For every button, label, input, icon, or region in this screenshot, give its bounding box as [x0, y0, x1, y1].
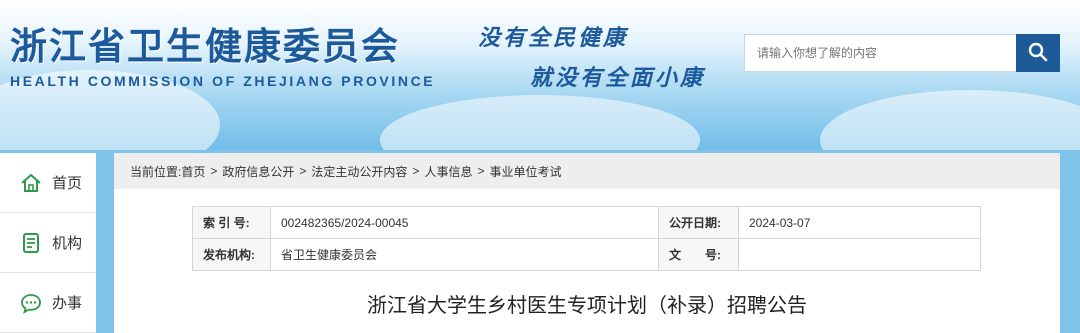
sidebar-item-home[interactable]: 首页 — [0, 153, 96, 213]
search-input[interactable] — [744, 34, 1016, 72]
cloud-decoration — [820, 90, 1080, 150]
docno-label: 文 号: — [658, 238, 739, 271]
date-label: 公开日期: — [658, 206, 739, 239]
breadcrumb-personnel-link[interactable]: 人事信息 — [424, 163, 472, 180]
org-icon — [20, 232, 42, 254]
breadcrumb-separator: > — [477, 164, 485, 178]
sidebar-item-label: 机构 — [52, 235, 83, 252]
index-label: 索 引 号: — [192, 206, 271, 239]
date-value: 2024-03-07 — [738, 206, 981, 239]
breadcrumb-exam-link[interactable]: 事业单位考试 — [489, 163, 561, 180]
breadcrumb-gov-info-link[interactable]: 政府信息公开 — [222, 163, 294, 180]
header-banner: 浙江省卫生健康委员会 HEALTH COMMISSION OF ZHEJIANG… — [0, 0, 1080, 150]
breadcrumb-prefix: 当前位置: — [130, 164, 182, 179]
article-title: 浙江省大学生乡村医生专项计划（补录）招聘公告 — [367, 293, 807, 317]
home-icon — [20, 172, 42, 194]
site-title-english: HEALTH COMMISSION OF ZHEJIANG PROVINCE — [10, 73, 436, 89]
search-icon — [1028, 42, 1048, 65]
sidebar: 首页 机构 办事 — [0, 153, 96, 333]
breadcrumb-separator: > — [299, 164, 307, 178]
issuer-value: 省卫生健康委员会 — [270, 238, 659, 271]
breadcrumb-separator: > — [412, 164, 420, 178]
main-content: 当前位置: 首页 > 政府信息公开 > 法定主动公开内容 > 人事信息 > 事业… — [114, 153, 1060, 333]
slogan-line-2: 就没有全面小康 — [530, 65, 706, 91]
slogan-line-1: 没有全民健康 — [478, 25, 629, 51]
breadcrumb: 当前位置: 首页 > 政府信息公开 > 法定主动公开内容 > 人事信息 > 事业… — [114, 153, 1060, 189]
sidebar-item-label: 办事 — [52, 295, 83, 312]
site-title[interactable]: 浙江省卫生健康委员会 — [10, 16, 400, 70]
breadcrumb-statutory-link[interactable]: 法定主动公开内容 — [311, 163, 407, 180]
table-row: 发布机构: 省卫生健康委员会 文 号: — [192, 238, 981, 271]
breadcrumb-home-link[interactable]: 首页 — [181, 163, 205, 180]
search-button[interactable] — [1016, 34, 1060, 72]
table-row: 索 引 号: 002482365/2024-00045 公开日期: 2024-0… — [192, 206, 981, 239]
document-meta-table: 索 引 号: 002482365/2024-00045 公开日期: 2024-0… — [192, 206, 981, 271]
index-value: 002482365/2024-00045 — [270, 206, 659, 239]
sidebar-item-label: 首页 — [52, 175, 83, 192]
sidebar-item-service[interactable]: 办事 — [0, 273, 96, 333]
issuer-label: 发布机构: — [192, 238, 271, 271]
docno-value — [738, 238, 981, 271]
breadcrumb-separator: > — [210, 164, 218, 178]
sidebar-item-org[interactable]: 机构 — [0, 213, 96, 273]
cloud-decoration — [380, 95, 700, 150]
service-icon — [20, 292, 42, 314]
